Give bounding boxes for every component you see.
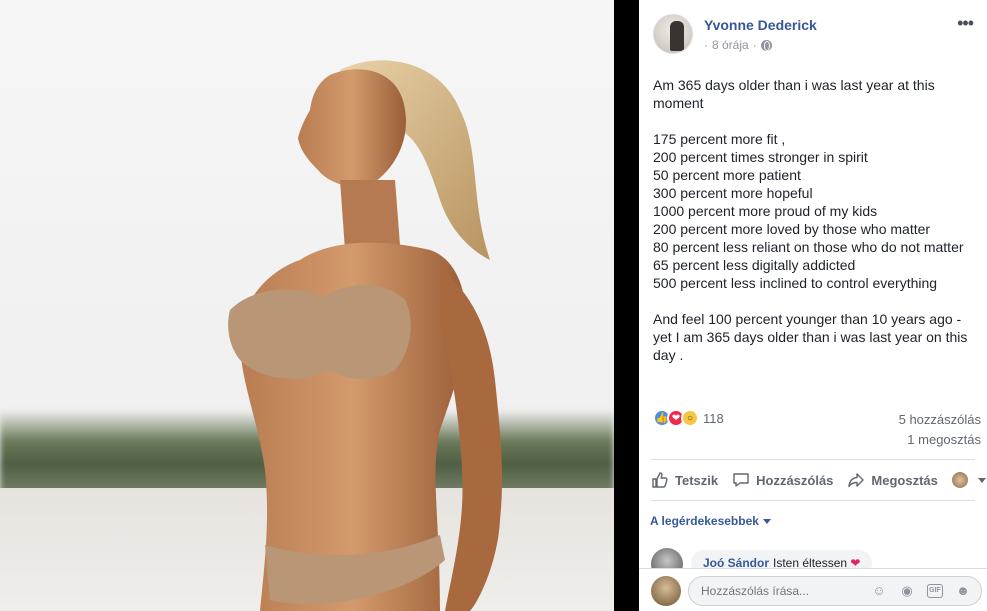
- engagement-counts: 5 hozzászólás 1 megosztás: [899, 410, 981, 450]
- share-icon: [848, 473, 865, 488]
- comment-label: Hozzászólás: [756, 472, 834, 488]
- commenter-avatar[interactable]: [651, 548, 683, 568]
- comment-bubble: Joó Sándor Isten éltessen ❤: [691, 550, 873, 568]
- comment-count-link[interactable]: 5 hozzászólás: [899, 410, 981, 430]
- post-time[interactable]: 8 órája: [712, 38, 749, 52]
- post-header: Yvonne Dederick · 8 órája · •••: [653, 14, 977, 58]
- comment-sort-dropdown[interactable]: A legérdekesebbek: [650, 514, 771, 528]
- comment-item: Joó Sándor Isten éltessen ❤: [651, 546, 981, 568]
- reply-bar: ☺ ◉ GIF ☻: [639, 568, 987, 611]
- thumbs-up-icon: [652, 472, 668, 488]
- reaction-count: 118: [703, 410, 724, 426]
- post-meta: · 8 órája ·: [704, 38, 772, 52]
- post-as-selector[interactable]: [951, 472, 986, 488]
- viewer-avatar: [951, 472, 968, 488]
- meta-separator: ·: [704, 38, 708, 52]
- divider: [651, 459, 975, 460]
- chevron-down-icon: [762, 518, 771, 524]
- photo-figure: [228, 60, 503, 611]
- gif-icon[interactable]: GIF: [927, 584, 943, 598]
- reply-tools: ☺ ◉ GIF ☻: [871, 583, 971, 599]
- like-button[interactable]: Tetszik: [651, 471, 718, 489]
- sort-label: A legérdekesebbek: [650, 514, 759, 528]
- more-options-icon[interactable]: •••: [957, 14, 974, 32]
- author-avatar[interactable]: [653, 14, 693, 54]
- share-count-link[interactable]: 1 megosztás: [899, 430, 981, 450]
- post-panel: Yvonne Dederick · 8 órája · ••• Am 365 d…: [639, 0, 987, 611]
- post-photo[interactable]: [0, 0, 639, 611]
- meta-separator: ·: [752, 38, 757, 52]
- divider: [651, 500, 975, 501]
- comment-text: Isten éltessen: [773, 556, 848, 568]
- like-label: Tetszik: [675, 472, 719, 488]
- post-text: Am 365 days older than i was last year a…: [653, 77, 968, 363]
- share-label: Megosztás: [871, 472, 938, 488]
- chevron-down-icon: [977, 477, 986, 483]
- action-bar: Tetszik Hozzászólás Megosztás: [651, 464, 986, 496]
- globe-icon: [760, 39, 772, 51]
- reactions-summary[interactable]: 👍 ❤ ○ 118: [653, 408, 724, 428]
- sticker-icon[interactable]: ☻: [955, 583, 971, 599]
- commenter-name[interactable]: Joó Sándor: [703, 556, 769, 568]
- camera-icon[interactable]: ◉: [899, 583, 915, 599]
- author-name[interactable]: Yvonne Dederick: [704, 17, 817, 33]
- viewer-avatar: [651, 576, 681, 606]
- comment-button[interactable]: Hozzászólás: [732, 471, 833, 489]
- wow-icon: ○: [681, 409, 699, 427]
- heart-emoji-icon: ❤: [850, 556, 861, 568]
- emoji-icon[interactable]: ☺: [871, 583, 887, 599]
- share-button[interactable]: Megosztás: [847, 471, 938, 489]
- photo-letterbox: [614, 0, 639, 611]
- comment-icon: [733, 473, 749, 487]
